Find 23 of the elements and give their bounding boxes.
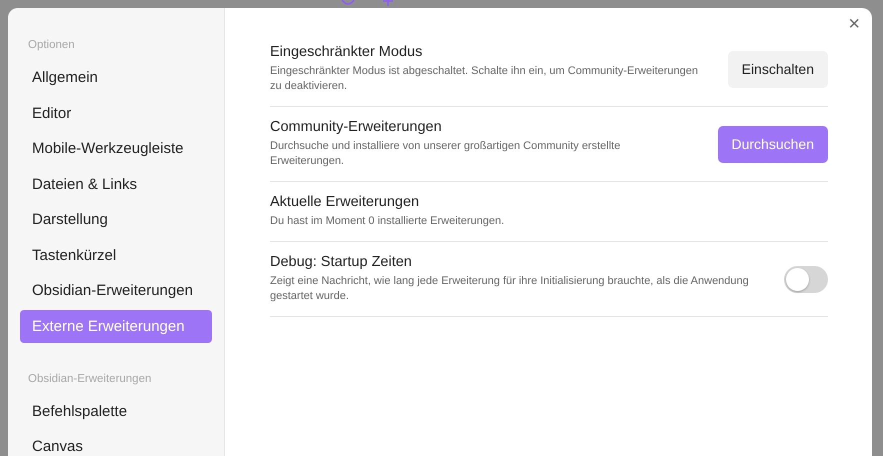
setting-title: Debug: Startup Zeiten xyxy=(270,254,413,270)
sidebar-item[interactable]: Dateien & Links xyxy=(20,168,212,200)
sidebar-item[interactable]: Canvas xyxy=(20,430,212,456)
plus-icon xyxy=(382,0,394,6)
sidebar-item[interactable]: Allgemein xyxy=(20,61,212,94)
sidebar-item[interactable]: Tastenkürzel xyxy=(20,238,212,272)
setting-title: Eingeschränkter Modus xyxy=(270,44,424,60)
sidebar-item[interactable]: Befehlspalette xyxy=(20,394,212,428)
enable-button[interactable]: Einschalten xyxy=(728,50,828,88)
sidebar-item[interactable]: Obsidian-Erweiterungen xyxy=(20,274,212,307)
sidebar-item[interactable]: Editor xyxy=(20,96,212,130)
sidebar-item[interactable]: Darstellung xyxy=(20,203,212,236)
sidebar-item[interactable]: Mobile-Werkzeugleiste xyxy=(20,132,212,165)
sidebar-heading: Optionen xyxy=(27,38,76,53)
setting-description: Durchsuche und installiere von unserer großartigen Community erstellte Erweiterungen. xyxy=(270,139,622,169)
toggle-switch[interactable] xyxy=(784,266,828,292)
close-button[interactable]: × xyxy=(844,14,864,34)
setting-description: Eingeschränkter Modus ist abgeschaltet. Schalte ihn ein, um Community-Erweiterungen zu deaktivieren. xyxy=(270,64,699,94)
setting-description: Zeigt eine Nachricht, wie lang jede Erweiterung für ihre Initialisierung brauchte, als die Anwendung gestartet wurde. xyxy=(270,274,750,304)
setting-title: Aktuelle Erweiterungen xyxy=(270,194,420,210)
sidebar-heading: Obsidian-Erweiterungen xyxy=(27,372,152,386)
setting-title: Community-Erweiterungen xyxy=(270,119,443,135)
setting-description: Du hast im Moment 0 installierte Erweiterungen. xyxy=(270,214,506,229)
